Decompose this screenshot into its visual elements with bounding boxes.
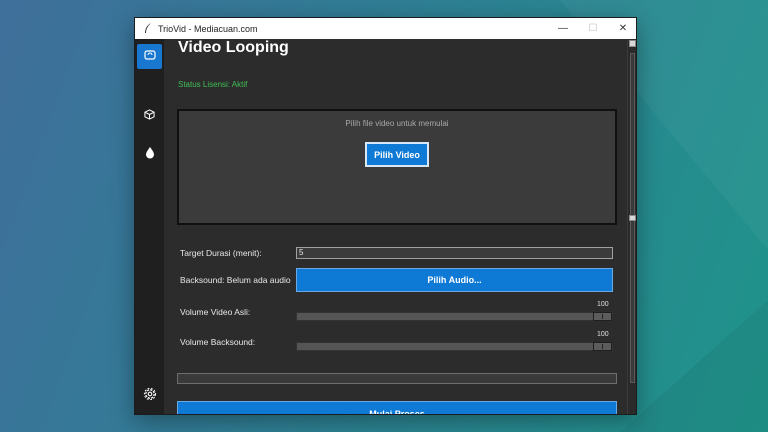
sidebar: [135, 39, 164, 414]
close-button[interactable]: ✕: [608, 18, 636, 39]
start-process-button[interactable]: Mulai Proses: [177, 401, 617, 414]
cube-icon: [144, 107, 155, 125]
video-loop-icon: [143, 48, 156, 66]
target-duration-label: Target Durasi (menit):: [180, 248, 262, 258]
drop-icon: [145, 146, 155, 164]
volume-backsound-label: Volume Backsound:: [180, 337, 256, 347]
slider-handle[interactable]: [593, 312, 612, 321]
license-status: Status Lisensi: Aktif: [178, 80, 248, 89]
backsound-status-label: Backsound: Belum ada audio: [180, 275, 291, 285]
slider-fill: [297, 343, 593, 350]
progress-bar: [177, 373, 617, 384]
volume-backsound-slider[interactable]: [296, 342, 613, 351]
minimize-button[interactable]: —: [548, 18, 578, 39]
sidebar-item-settings[interactable]: [137, 384, 162, 409]
pick-video-button[interactable]: Pilih Video: [365, 142, 429, 167]
slider-handle[interactable]: [593, 342, 612, 351]
feather-app-icon: [143, 23, 153, 35]
drop-zone-hint: Pilih file video untuk memulai: [345, 119, 449, 128]
volume-video-slider[interactable]: [296, 312, 613, 321]
window-title: TrioVid - Mediacuan.com: [158, 23, 258, 34]
volume-video-value: 100: [597, 301, 609, 308]
pick-audio-button[interactable]: Pilih Audio...: [296, 268, 613, 292]
scrollbar-marker: [629, 215, 636, 221]
sidebar-item-cube[interactable]: [137, 103, 162, 128]
sidebar-item-drop[interactable]: [137, 142, 162, 167]
main-content: Video Looping Status Lisensi: Aktif Pili…: [164, 39, 629, 414]
app-window: TrioVid - Mediacuan.com — ☐ ✕ Video Loop…: [134, 17, 637, 415]
target-duration-input[interactable]: 5: [296, 247, 613, 259]
sidebar-item-video-looping[interactable]: [137, 44, 162, 69]
slider-fill: [297, 313, 593, 320]
title-bar: TrioVid - Mediacuan.com — ☐ ✕: [135, 18, 636, 39]
vertical-scrollbar[interactable]: [627, 39, 636, 414]
video-drop-zone[interactable]: Pilih file video untuk memulai Pilih Vid…: [177, 109, 617, 225]
volume-video-label: Volume Video Asli:: [180, 307, 251, 317]
page-title: Video Looping: [178, 39, 289, 56]
maximize-button[interactable]: ☐: [578, 18, 608, 39]
scroll-up-arrow[interactable]: [629, 40, 636, 47]
volume-backsound-value: 100: [597, 331, 609, 338]
gear-icon: [143, 387, 157, 406]
